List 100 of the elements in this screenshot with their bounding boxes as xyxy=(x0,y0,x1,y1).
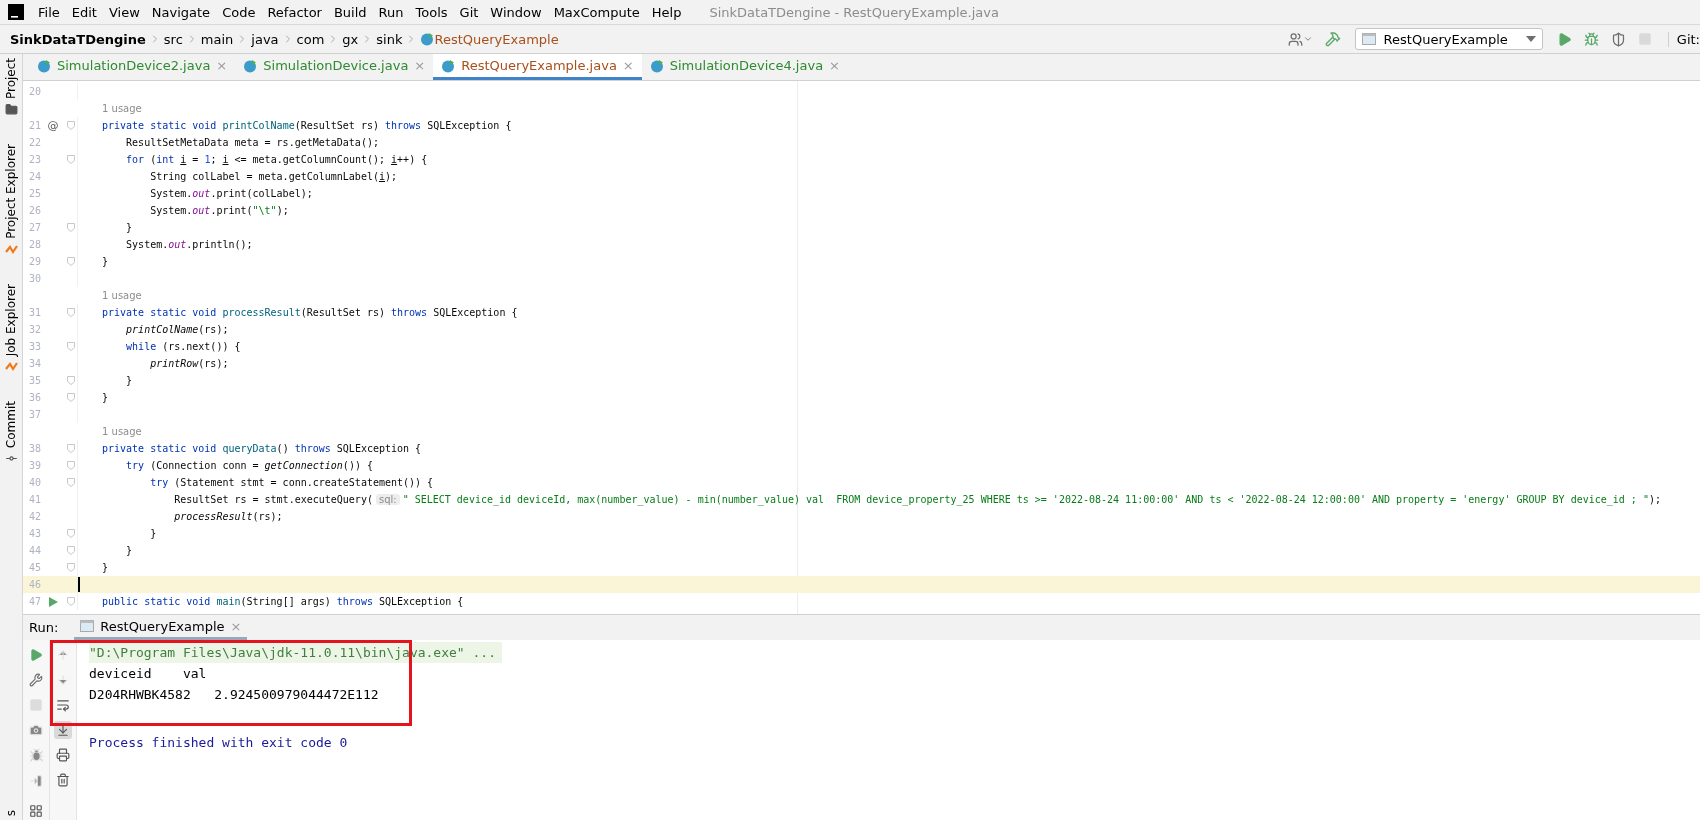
fold-icon[interactable] xyxy=(67,461,75,470)
usage-hint[interactable]: 1 usage xyxy=(102,103,142,114)
fold-icon[interactable] xyxy=(67,393,75,402)
run-icon[interactable] xyxy=(48,596,58,607)
breadcrumb-item[interactable]: com xyxy=(296,31,325,47)
fold-icon[interactable] xyxy=(67,342,75,351)
menu-item[interactable]: Help xyxy=(645,4,688,20)
menu-item[interactable]: Run xyxy=(372,4,410,20)
editor-tab[interactable]: RestQueryExample.java × xyxy=(433,54,642,80)
code-line: String colLabel = meta.getColumnLabel(i); xyxy=(149,171,398,182)
editor-tab[interactable]: SimulationDevice.java × xyxy=(235,54,434,80)
line-number: 36 xyxy=(27,392,41,403)
app-logo xyxy=(8,4,24,20)
class-icon xyxy=(420,32,435,46)
menu-item[interactable]: Edit xyxy=(65,4,103,20)
breadcrumb-item[interactable]: java xyxy=(251,31,279,47)
run-config-dropdown[interactable]: RestQueryExample xyxy=(1354,28,1543,50)
code-line: } xyxy=(102,562,109,573)
line-number: 41 xyxy=(27,494,41,505)
run-tab[interactable]: RestQueryExample × xyxy=(74,615,248,640)
fold-icon[interactable] xyxy=(67,121,75,130)
menu-item[interactable]: MaxCompute xyxy=(547,4,646,20)
menu-item[interactable]: Tools xyxy=(409,4,454,20)
trash-icon[interactable] xyxy=(54,771,72,789)
menu-item[interactable]: Navigate xyxy=(145,4,217,20)
fold-icon[interactable] xyxy=(67,597,75,606)
line-number: 20 xyxy=(27,86,41,97)
code-line: System.out.print(colLabel); xyxy=(149,188,313,199)
code-line: System.out.println(); xyxy=(125,239,253,250)
code-line: ResultSet rs = stmt.executeQuery( sql: " SELECT device_id deviceId, max(number_value) - min(number_value) val FROM device_property_25 WHERE ts >= '2022-08-24 11:00:00' AND ts < '2022-08-24 12:00:00' AND property = 'energy' GROUP BY device_id ; "); xyxy=(173,494,1661,505)
line-number: 25 xyxy=(27,188,41,199)
grid-icon[interactable] xyxy=(27,802,45,820)
line-number: 40 xyxy=(27,477,41,488)
gutter-marker[interactable]: @ xyxy=(47,119,59,132)
code-line: private static void printColName(ResultSet rs) throws SQLException { xyxy=(102,120,512,131)
code-line: public static void main(String[] args) throws SQLException { xyxy=(102,596,464,607)
line-number: 37 xyxy=(27,409,41,420)
menu-item[interactable]: Refactor xyxy=(261,4,328,20)
line-number: 30 xyxy=(27,273,41,284)
code-line: printRow(rs); xyxy=(149,358,229,369)
caret-icon xyxy=(1525,36,1536,42)
printer-icon[interactable] xyxy=(54,746,72,764)
code-line: try (Statement stmt = conn.createStatement()) { xyxy=(149,477,434,488)
breadcrumb-item[interactable]: SinkDataTDengine xyxy=(10,31,146,47)
fold-icon[interactable] xyxy=(67,257,75,266)
fold-icon[interactable] xyxy=(67,155,75,164)
console-line: D204RHWBK4582 2.924500979044472E112 xyxy=(89,686,380,704)
window-title: SinkDataTDengine - RestQueryExample.java xyxy=(709,4,999,20)
breadcrumb-item[interactable]: RestQueryExample xyxy=(434,31,559,47)
tool-window-label[interactable]: Project xyxy=(4,58,18,100)
code-line: processResult(rs); xyxy=(173,511,283,522)
breadcrumb-item[interactable]: gx xyxy=(342,31,359,47)
line-number: 21 xyxy=(27,120,41,131)
menu-item[interactable]: Build xyxy=(327,4,373,20)
usage-hint[interactable]: 1 usage xyxy=(102,290,142,301)
menu-item[interactable]: Code xyxy=(216,4,262,20)
line-number: 43 xyxy=(27,528,41,539)
line-number: 46 xyxy=(27,579,41,590)
code-line: } xyxy=(125,375,133,386)
fold-icon[interactable] xyxy=(67,546,75,555)
usage-hint[interactable]: 1 usage xyxy=(102,426,142,437)
code-line: for (int i = 1; i <= meta.getColumnCount(); i++) { xyxy=(125,154,428,165)
editor-tab[interactable]: SimulationDevice4.java × xyxy=(641,54,848,80)
line-number: 38 xyxy=(27,443,41,454)
line-number: 44 xyxy=(27,545,41,556)
fold-icon[interactable] xyxy=(67,529,75,538)
fold-icon[interactable] xyxy=(67,444,75,453)
line-number: 47 xyxy=(27,596,41,607)
tool-window-label[interactable]: Job Explorer xyxy=(4,283,18,357)
tool-window-label[interactable]: Commit xyxy=(4,401,18,449)
console-line: deviceid val xyxy=(89,665,208,683)
line-number: 24 xyxy=(27,171,41,182)
code-line: ResultSetMetaData meta = rs.getMetaData(); xyxy=(125,137,379,148)
tool-window-label[interactable]: Project Explorer xyxy=(4,144,18,239)
git-label[interactable]: Git: xyxy=(1667,31,1700,47)
line-number: 34 xyxy=(27,358,41,369)
code-line: private static void queryData() throws SQLException { xyxy=(102,443,422,454)
breadcrumb-item[interactable]: src xyxy=(163,31,183,47)
editor-tab[interactable]: SimulationDevice2.java × xyxy=(29,54,236,80)
code-line: } xyxy=(149,528,157,539)
line-number: 31 xyxy=(27,307,41,318)
wrench-icon[interactable] xyxy=(27,671,45,689)
fold-icon[interactable] xyxy=(67,376,75,385)
breadcrumb-item[interactable]: sink xyxy=(376,31,403,47)
run-panel-title: Run: xyxy=(29,620,59,635)
menu-item[interactable]: Window xyxy=(484,4,548,20)
tool-window-label[interactable]: s xyxy=(4,809,18,816)
breadcrumb-item[interactable]: main xyxy=(200,31,234,47)
class-icon xyxy=(37,58,51,73)
line-number: 39 xyxy=(27,460,41,471)
line-number: 27 xyxy=(27,222,41,233)
menu-item[interactable]: View xyxy=(102,4,146,20)
fold-icon[interactable] xyxy=(67,478,75,487)
fold-icon[interactable] xyxy=(67,223,75,232)
fold-icon[interactable] xyxy=(67,563,75,572)
menu-item[interactable]: File xyxy=(32,4,66,20)
fold-icon[interactable] xyxy=(67,308,75,317)
code-line: } xyxy=(102,392,109,403)
menu-item[interactable]: Git xyxy=(453,4,485,20)
code-line: System.out.print("\t"); xyxy=(149,205,289,216)
